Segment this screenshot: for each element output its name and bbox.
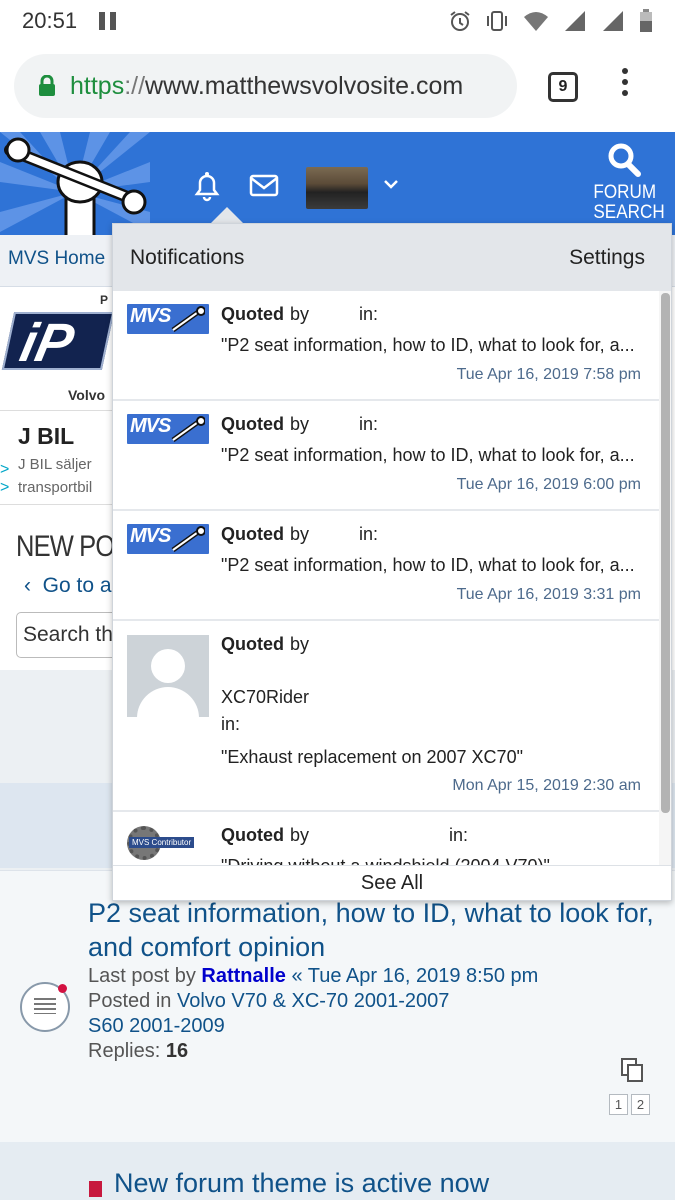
battery-icon (640, 9, 652, 32)
url-text[interactable]: https://www.matthewsvolvosite.com (70, 72, 463, 101)
notification-item[interactable]: MVS Quoted by in: "P2 seat information, ho… (113, 511, 659, 621)
media-pause-icon (99, 12, 117, 30)
notifications-title: Notifications (130, 245, 245, 269)
see-all-link[interactable]: See All (113, 865, 671, 900)
replies-count: 16 (165, 1040, 189, 1062)
forum-search-button[interactable]: FORUM SEARCH (590, 142, 665, 223)
contributor-avatar: MVS Contributor (127, 826, 209, 862)
notification-item[interactable]: MVS Contributor Quotedbyin: "Driving wit… (113, 812, 659, 865)
ad-arrow-icon: > > (0, 461, 10, 496)
notification-quote: "P2 seat information, how to ID, what to… (221, 335, 635, 355)
last-post-link[interactable]: « Tue Apr 16, 2019 8:50 pm (291, 965, 538, 987)
notifications-header: Notifications Settings (113, 224, 671, 291)
nav-home-link[interactable]: MVS Home (8, 248, 105, 270)
topic-title-link[interactable]: P2 seat information, how to ID, what to … (88, 896, 658, 964)
ad-text-banner[interactable]: > > J BIL J BIL säljer transportbil (0, 410, 120, 505)
wifi-icon (524, 12, 548, 31)
signal-2-icon (603, 11, 623, 31)
notification-time: Mon Apr 15, 2019 2:30 am (452, 777, 641, 794)
mvs-avatar: MVS (127, 414, 209, 444)
ad-title: J BIL (18, 423, 75, 449)
alarm-icon (450, 11, 470, 31)
ad-line-1: J BIL säljer (18, 456, 92, 473)
notifications-list: MVS Quoted by in: "P2 seat information, ho… (113, 291, 659, 865)
notification-quote: "P2 seat information, how to ID, what to… (221, 555, 635, 575)
lock-icon (39, 75, 55, 96)
topic-pagination: 1 2 (609, 1094, 650, 1115)
scrollbar-thumb[interactable] (661, 293, 670, 813)
notification-item[interactable]: MVS Quoted by in: "P2 seat information, ho… (113, 401, 659, 511)
dropdown-caret (211, 207, 243, 223)
announcement-icon (89, 1181, 102, 1197)
notification-username: XC70Rider (221, 687, 310, 707)
notification-quote: "Driving without a windshield (2004 V70)… (221, 856, 641, 865)
notifications-dropdown: Notifications Settings MVS Quoted by in: "… (112, 223, 672, 901)
status-time: 20:51 (22, 8, 78, 33)
status-bar: 20:51 (0, 0, 675, 42)
search-icon (608, 143, 641, 177)
ad-line-2: transportbil (18, 479, 93, 496)
browser-menu-icon[interactable] (622, 68, 628, 96)
user-avatar[interactable] (306, 167, 368, 209)
forum-link-2[interactable]: S60 2001-2009 (88, 1015, 225, 1037)
ad-logo: iP (1, 312, 115, 373)
notifications-bell-icon[interactable] (192, 170, 222, 202)
chevron-down-icon[interactable] (383, 178, 399, 190)
mvs-avatar: MVS (127, 304, 209, 334)
notifications-settings-link[interactable]: Settings (569, 246, 645, 270)
notifications-scrollbar[interactable] (659, 291, 671, 865)
status-icons (449, 9, 653, 33)
mvs-avatar: MVS (127, 524, 209, 554)
forum-search-label-2: SEARCH (593, 202, 665, 223)
topic-meta: Last post by Rattnalle « Tue Apr 16, 201… (88, 965, 539, 1062)
notification-time: Tue Apr 16, 2019 3:31 pm (456, 586, 641, 603)
ad-small-text: P (100, 293, 109, 307)
chevron-left-icon: ‹ (24, 574, 43, 597)
topic-title-link[interactable]: New forum theme is active now (114, 1168, 489, 1199)
site-logo-icon[interactable] (0, 132, 150, 235)
notification-quote: "Exhaust replacement on 2007 XC70" (221, 747, 523, 767)
forum-link[interactable]: Volvo V70 & XC-70 2001-2007 (177, 990, 449, 1012)
ad-banner[interactable]: P iP Volvo (0, 290, 120, 408)
vibrate-icon (487, 11, 507, 31)
site-header: FORUM SEARCH (0, 132, 675, 235)
private-messages-icon[interactable] (249, 174, 279, 198)
default-avatar-icon (127, 635, 209, 717)
notification-item[interactable]: Quoted by XC70Rider in: "Exhaust replacem… (113, 621, 659, 812)
signal-icon (565, 11, 585, 31)
browser-toolbar: https://www.matthewsvolvosite.com 9 (0, 42, 675, 132)
notification-quote: "P2 seat information, how to ID, what to… (221, 445, 635, 465)
notification-time: Tue Apr 16, 2019 6:00 pm (456, 476, 641, 493)
notification-time: Tue Apr 16, 2019 7:58 pm (456, 366, 641, 383)
go-to-link[interactable]: ‹ Go to a (24, 574, 112, 598)
topic-author-link[interactable]: Rattnalle (201, 965, 285, 987)
page-2-link[interactable]: 2 (631, 1094, 650, 1115)
address-bar[interactable]: https://www.matthewsvolvosite.com (14, 54, 517, 118)
notification-item[interactable]: MVS Quoted by in: "P2 seat information, ho… (113, 291, 659, 401)
hot-topic-badge (58, 984, 67, 993)
page-1-link[interactable]: 1 (609, 1094, 628, 1115)
copy-icon[interactable] (620, 1057, 644, 1083)
tab-switcher-button[interactable]: 9 (548, 72, 578, 102)
forum-search-label-1: FORUM (593, 182, 657, 203)
ad-caption: Volvo (68, 387, 106, 403)
